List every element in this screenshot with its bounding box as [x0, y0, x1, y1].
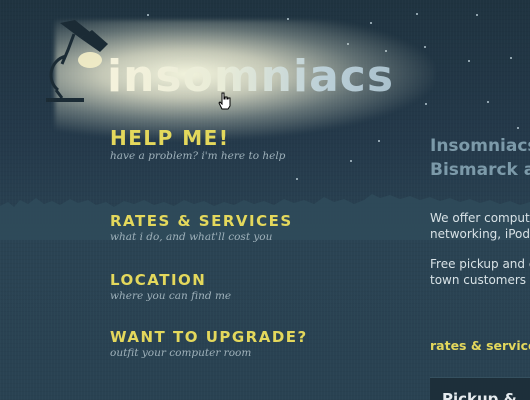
star	[476, 14, 478, 16]
nav-item-subtitle: where you can find me	[110, 290, 232, 302]
nav-item-title[interactable]: HELP ME!	[110, 128, 285, 148]
hand-pointer-icon	[218, 92, 231, 110]
nav-item-subtitle: outfit your computer room	[110, 347, 252, 359]
site-logo[interactable]: insomniacs	[107, 55, 394, 99]
intro-paragraph: We offer compute networking, iPod	[430, 210, 530, 242]
star	[510, 57, 512, 59]
star	[350, 160, 352, 162]
heading-line: Bismarck a	[430, 160, 530, 180]
nav-item-title[interactable]: LOCATION	[110, 273, 231, 288]
paragraph-line: We offer compute	[430, 211, 530, 225]
star	[147, 14, 149, 16]
heading-line: Insomniacs	[430, 136, 530, 156]
pickup-panel: Pickup &	[430, 377, 530, 400]
page-heading: Insomniacs Bismarck a	[430, 134, 530, 182]
nav-item-want-to-upgrade[interactable]: WANT TO UPGRADE? outfit your computer ro…	[110, 330, 308, 360]
rates-services-link[interactable]: rates & service	[430, 338, 530, 353]
nav-item-subtitle: have a problem? i'm here to help	[110, 150, 286, 162]
nav-item-title[interactable]: RATES & SERVICES	[110, 214, 293, 229]
page: insomniacs HELP ME! have a problem? i'm …	[0, 0, 530, 400]
star	[416, 13, 418, 15]
pickup-paragraph: Free pickup and c town customers a	[430, 256, 530, 288]
star	[468, 60, 470, 62]
nav-item-rates-services[interactable]: RATES & SERVICES what i do, and what'll …	[110, 214, 293, 244]
nav-item-location[interactable]: LOCATION where you can find me	[110, 273, 231, 303]
panel-title: Pickup &	[442, 390, 517, 400]
star	[378, 140, 380, 142]
nav-item-title[interactable]: WANT TO UPGRADE?	[110, 330, 308, 345]
main-content: Insomniacs Bismarck a We offer compute n…	[430, 130, 530, 400]
nav-item-subtitle: what i do, and what'll cost you	[110, 231, 273, 243]
paragraph-line: town customers a	[430, 273, 530, 287]
star	[487, 101, 489, 103]
star	[517, 127, 519, 129]
desk-lamp-icon	[46, 20, 108, 102]
paragraph-line: Free pickup and c	[430, 257, 530, 271]
paragraph-line: networking, iPod	[430, 227, 530, 241]
nav-item-help-me[interactable]: HELP ME! have a problem? i'm here to hel…	[110, 128, 285, 163]
